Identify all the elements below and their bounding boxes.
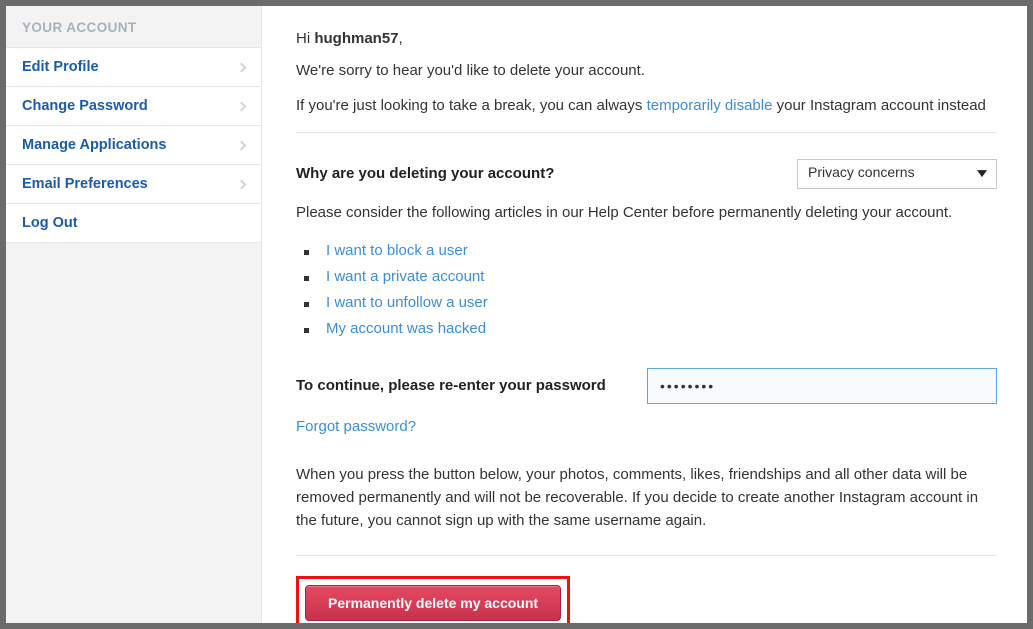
forgot-password-link[interactable]: Forgot password? (296, 418, 416, 435)
sidebar-item-label: Edit Profile (22, 59, 99, 75)
temporarily-disable-link[interactable]: temporarily disable (647, 97, 773, 114)
chevron-right-icon (237, 101, 247, 111)
chevron-right-icon (237, 140, 247, 150)
divider (296, 132, 997, 133)
password-input[interactable] (647, 368, 997, 404)
sidebar-item-label: Manage Applications (22, 137, 166, 153)
break-suffix: your Instagram account instead (772, 97, 985, 114)
divider (296, 555, 997, 556)
greeting-suffix: , (399, 30, 403, 47)
chevron-right-icon (237, 62, 247, 72)
sidebar-header: YOUR ACCOUNT (6, 6, 261, 48)
password-row: To continue, please re-enter your passwo… (296, 368, 997, 404)
why-question: Why are you deleting your account? (296, 165, 554, 182)
help-link-unfollow-user[interactable]: I want to unfollow a user (314, 290, 997, 316)
reason-select[interactable]: Privacy concerns (797, 159, 997, 189)
warning-text: When you press the button below, your ph… (296, 463, 997, 533)
reenter-password-label: To continue, please re-enter your passwo… (296, 377, 606, 394)
help-link-account-hacked[interactable]: My account was hacked (314, 316, 997, 342)
sorry-text: We're sorry to hear you'd like to delete… (296, 59, 997, 82)
chevron-right-icon (237, 179, 247, 189)
app-window: YOUR ACCOUNT Edit Profile Change Passwor… (6, 6, 1027, 623)
sidebar-item-change-password[interactable]: Change Password (6, 86, 261, 126)
delete-button-highlight: Permanently delete my account (296, 576, 570, 624)
break-text: If you're just looking to take a break, … (296, 94, 997, 117)
username: hughman57 (314, 30, 398, 47)
help-link-block-user[interactable]: I want to block a user (314, 238, 997, 264)
help-link-private-account[interactable]: I want a private account (314, 264, 997, 290)
sidebar-item-email-preferences[interactable]: Email Preferences (6, 164, 261, 204)
sidebar-item-edit-profile[interactable]: Edit Profile (6, 47, 261, 87)
sidebar-item-label: Change Password (22, 98, 148, 114)
sidebar: YOUR ACCOUNT Edit Profile Change Passwor… (6, 6, 262, 623)
consider-text: Please consider the following articles i… (296, 201, 997, 224)
greeting-line: Hi hughman57, (296, 30, 997, 47)
sidebar-list: Edit Profile Change Password Manage Appl… (6, 47, 261, 243)
sidebar-item-label: Email Preferences (22, 176, 148, 192)
reason-select-value: Privacy concerns (797, 159, 997, 189)
main-content: Hi hughman57, We're sorry to hear you'd … (262, 6, 1027, 623)
greeting-prefix: Hi (296, 30, 314, 47)
break-prefix: If you're just looking to take a break, … (296, 97, 647, 114)
sidebar-item-log-out[interactable]: Log Out (6, 203, 261, 243)
help-links-list: I want to block a user I want a private … (314, 238, 997, 342)
permanently-delete-button[interactable]: Permanently delete my account (305, 585, 561, 621)
sidebar-item-label: Log Out (22, 215, 78, 231)
sidebar-item-manage-applications[interactable]: Manage Applications (6, 125, 261, 165)
reason-row: Why are you deleting your account? Priva… (296, 159, 997, 189)
